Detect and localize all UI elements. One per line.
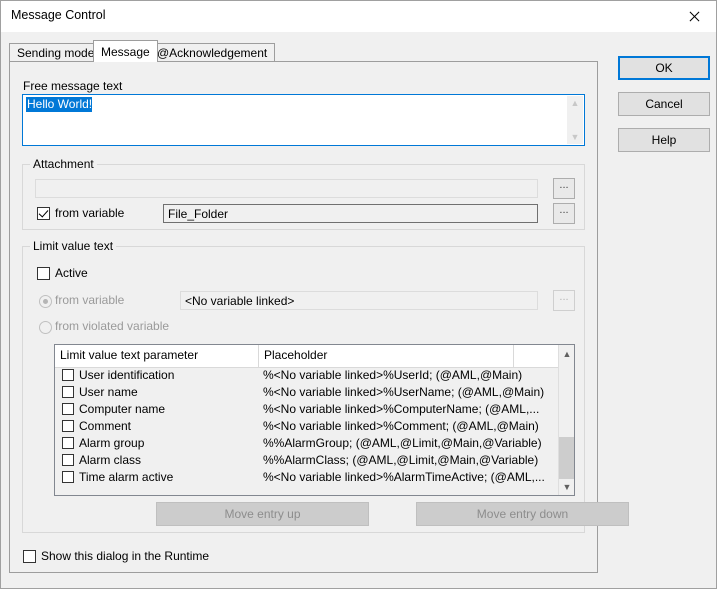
limit-parameter-scrollbar[interactable]: ▲ ▼ [558, 345, 574, 495]
limit-active-label: Active [55, 266, 88, 280]
row-checkbox[interactable] [62, 386, 74, 398]
row-checkbox[interactable] [62, 437, 74, 449]
attachment-from-variable-label: from variable [55, 206, 125, 220]
limit-parameter-list: Limit value text parameter Placeholder U… [54, 344, 575, 496]
attachment-variable-browse-button[interactable]: ... [553, 203, 575, 224]
chevron-down-icon[interactable]: ▼ [571, 130, 580, 144]
table-row[interactable]: Computer name %<No variable linked>%Compu… [55, 401, 558, 418]
chevron-up-icon[interactable]: ▲ [571, 96, 580, 110]
limit-variable-value: <No variable linked> [185, 294, 295, 308]
row-checkbox[interactable] [62, 369, 74, 381]
row-placeholder-value: %%AlarmGroup; (@AML,@Limit,@Main,@Variab… [263, 436, 542, 450]
limit-variable-browse-button[interactable]: ... [553, 290, 575, 311]
chevron-up-icon[interactable]: ▲ [559, 345, 574, 362]
table-row[interactable]: Alarm group %%AlarmGroup; (@AML,@Limit,@M… [55, 435, 558, 452]
table-row[interactable]: Alarm class %%AlarmClass; (@AML,@Limit,@M… [55, 452, 558, 469]
attachment-path-input[interactable] [35, 179, 538, 198]
window-title: Message Control [11, 8, 106, 22]
attachment-variable-input[interactable]: File_Folder [163, 204, 538, 223]
attachment-from-variable-checkbox[interactable] [37, 207, 50, 220]
close-button[interactable] [671, 1, 716, 31]
column-header-empty[interactable] [514, 345, 558, 367]
tab-acknowledgement[interactable]: @Acknowledgement [149, 43, 276, 61]
row-placeholder-value: %<No variable linked>%ComputerName; (@AM… [263, 402, 540, 416]
title-bar: Message Control [1, 1, 716, 32]
help-button[interactable]: Help [618, 128, 710, 152]
row-placeholder-value: %<No variable linked>%UserId; (@AML,@Mai… [263, 368, 523, 382]
row-parameter-label: Computer name [79, 402, 166, 416]
row-parameter-label: Time alarm active [79, 470, 174, 484]
column-header-placeholder[interactable]: Placeholder [259, 345, 514, 367]
row-parameter-label: Alarm group [79, 436, 145, 450]
row-placeholder-value: %%AlarmClass; (@AML,@Limit,@Main,@Variab… [263, 453, 539, 467]
close-icon [688, 11, 699, 22]
limit-from-variable-label: from variable [55, 293, 125, 307]
table-row[interactable]: User name %<No variable linked>%UserName;… [55, 384, 558, 401]
show-dialog-in-runtime-label: Show this dialog in the Runtime [41, 549, 210, 563]
row-checkbox[interactable] [62, 420, 74, 432]
row-parameter-label: User name [79, 385, 138, 399]
free-message-value: Hello World! [26, 97, 93, 112]
row-parameter-label: Comment [79, 419, 132, 433]
row-checkbox[interactable] [62, 454, 74, 466]
free-message-scrollbar[interactable]: ▲ ▼ [567, 96, 583, 144]
row-placeholder-value: %<No variable linked>%UserName; (@AML,@M… [263, 385, 545, 399]
limit-parameter-rows: User identification %<No variable linked>… [55, 367, 558, 495]
row-placeholder-value: %<No variable linked>%Comment; (@AML,@Ma… [263, 419, 539, 433]
limit-from-violated-variable-label: from violated variable [55, 319, 170, 333]
row-parameter-label: User identification [79, 368, 175, 382]
move-entry-down-button[interactable]: Move entry down [416, 502, 629, 526]
row-checkbox[interactable] [62, 471, 74, 483]
table-row[interactable]: Comment %<No variable linked>%Comment; (@… [55, 418, 558, 435]
limit-parameter-list-header: Limit value text parameter Placeholder [55, 345, 574, 368]
limit-from-violated-variable-radio[interactable] [39, 321, 52, 334]
row-placeholder-value: %<No variable linked>%AlarmTimeActive; (… [263, 470, 545, 484]
tab-message[interactable]: Message [93, 40, 158, 62]
tab-sending-mode[interactable]: Sending mode [9, 43, 103, 61]
show-dialog-in-runtime-checkbox[interactable] [23, 550, 36, 563]
message-control-dialog: Message Control Sending mode Message @Ac… [0, 0, 717, 589]
cancel-button[interactable]: Cancel [618, 92, 710, 116]
attachment-group: Attachment ... from variable File_Folder… [22, 157, 585, 230]
limit-value-text-group-title: Limit value text [30, 239, 117, 253]
limit-variable-input[interactable]: <No variable linked> [180, 291, 538, 310]
row-checkbox[interactable] [62, 403, 74, 415]
attachment-group-title: Attachment [30, 157, 97, 171]
attachment-variable-value: File_Folder [168, 207, 229, 221]
attachment-browse-button[interactable]: ... [553, 178, 575, 199]
free-message-text-label: Free message text [23, 79, 123, 93]
column-header-parameter[interactable]: Limit value text parameter [55, 345, 259, 367]
move-entry-up-button[interactable]: Move entry up [156, 502, 369, 526]
free-message-textarea[interactable]: Hello World! ▲ ▼ [22, 94, 585, 146]
scrollbar-thumb[interactable] [559, 437, 574, 479]
limit-active-checkbox[interactable] [37, 267, 50, 280]
row-parameter-label: Alarm class [79, 453, 142, 467]
limit-value-text-group: Limit value text Active from variable fr… [22, 239, 629, 533]
chevron-down-icon[interactable]: ▼ [559, 478, 574, 495]
table-row[interactable]: Time alarm active %<No variable linked>%A… [55, 469, 558, 486]
table-row[interactable]: User identification %<No variable linked>… [55, 367, 558, 384]
ok-button[interactable]: OK [618, 56, 710, 80]
limit-from-variable-radio[interactable] [39, 295, 52, 308]
